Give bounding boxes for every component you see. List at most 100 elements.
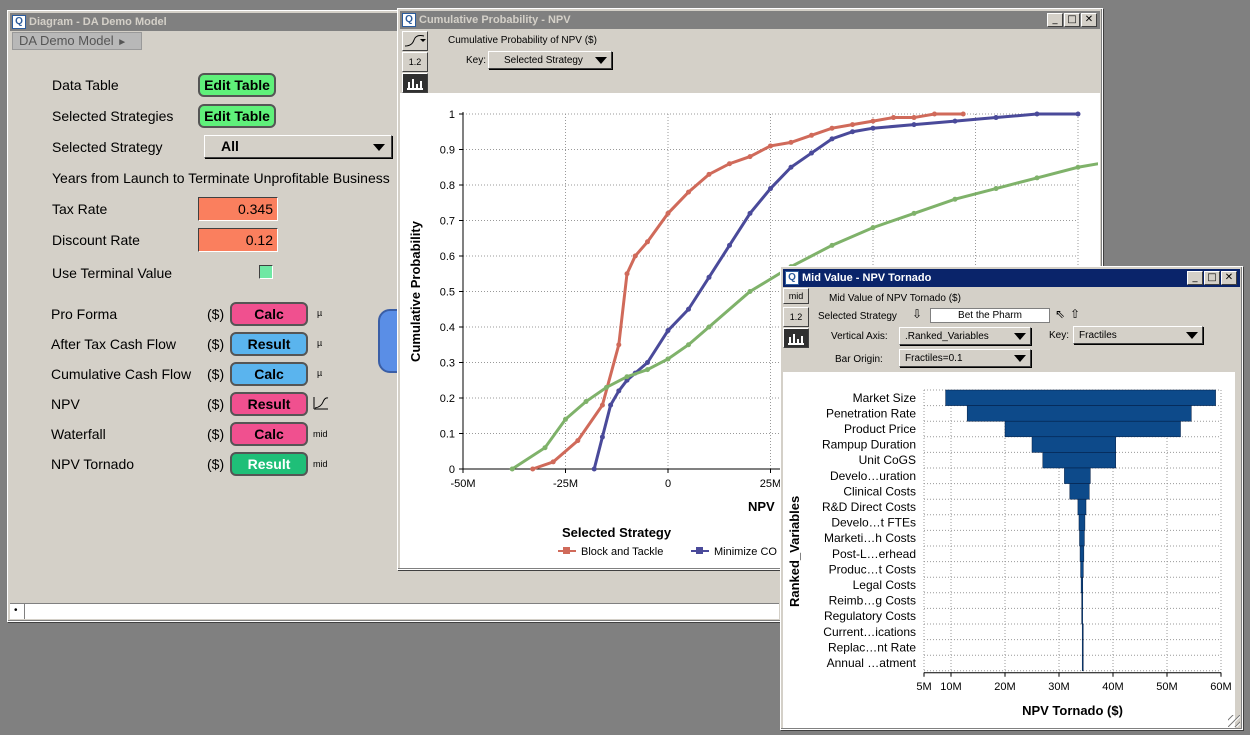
tornado-x-tick-label: 60M [1210,681,1231,693]
status-divider [24,604,25,619]
npv-tornado-label: NPV Tornado [51,456,135,472]
table-view-button[interactable]: 1.2 [402,52,428,72]
tornado-key-value: Fractiles [1079,329,1117,341]
selected-strategy-value: Bet the Pharm [958,310,1022,321]
use-terminal-value-checkbox[interactable] [259,265,273,279]
cdf-point-0 [645,239,650,245]
tornado-bar [1081,592,1084,609]
cdf-point-0 [706,171,712,177]
minimize-button[interactable]: _ [1047,13,1063,27]
cdf-point-0 [768,143,773,149]
tornado-bar [1078,514,1086,531]
tornado-x-tick-label: 5M [916,681,931,693]
data-table-edit-button[interactable]: Edit Table [198,73,276,97]
tornado-bar [1081,608,1083,625]
breadcrumb[interactable]: DA Demo Model ► [12,32,142,50]
cdf-point-2 [686,342,691,348]
cdf-titlebar[interactable]: Q Cumulative Probability - NPV _ □ ✕ [400,11,1100,29]
cdf-point-2 [747,289,753,294]
analytica-app-icon: Q [12,15,26,29]
tax-rate-input[interactable]: 0.345 [198,197,278,221]
waterfall-label: Waterfall [51,426,106,442]
tornado-graph-mode-button[interactable] [783,328,809,348]
cdf-point-0 [530,466,536,472]
bar-origin-dropdown[interactable]: Fractiles=0.1 [899,349,1031,367]
analytica-app-icon: Q [785,271,799,285]
selected-strategy-field[interactable]: Bet the Pharm [930,308,1050,323]
discount-rate-input[interactable]: 0.12 [198,228,278,252]
cumulative-cash-flow-calc-button[interactable]: Calc [230,362,308,386]
tornado-key-dropdown[interactable]: Fractiles [1073,326,1203,344]
maximize-button[interactable]: □ [1064,13,1080,27]
selected-strategies-edit-button[interactable]: Edit Table [198,104,276,128]
cdf-x-tick-label: 0 [665,478,671,490]
tornado-category-label: Develo…t FTEs [831,516,916,530]
data-table-label: Data Table [52,77,119,93]
pro-forma-calc-button[interactable]: Calc [230,302,308,326]
bar-origin-value: Fractiles=0.1 [905,352,963,364]
cdf-point-1 [829,136,835,142]
tornado-bar [945,389,1216,406]
cdf-legend-label-1: Minimize CO [714,546,777,558]
cdf-point-1 [591,466,597,472]
cdf-point-1 [665,328,671,334]
tornado-x-tick-label: 10M [940,681,961,693]
use-terminal-value-label: Use Terminal Value [52,265,173,281]
waterfall-indicator: mid [313,429,328,439]
tornado-category-label: Current…ications [823,625,916,639]
tornado-bar [1081,654,1084,672]
resize-grip[interactable] [1228,715,1240,727]
close-button[interactable]: ✕ [1221,271,1237,285]
tornado-bar [1079,530,1085,547]
arrow-down-icon: ⇩ [912,307,923,321]
discount-rate-label: Discount Rate [52,232,140,248]
tornado-category-label: Market Size [853,391,917,405]
breadcrumb-label: DA Demo Model [19,33,114,48]
tornado-category-label: Produc…t Costs [829,562,916,576]
vertical-axis-label: Vertical Axis: [831,331,888,342]
tornado-category-label: Clinical Costs [843,484,916,498]
cdf-point-0 [932,111,937,117]
npv-tornado-unit: ($) [207,456,225,472]
chevron-down-icon [1014,355,1026,362]
after-tax-cash-flow-result-button[interactable]: Result [230,332,308,356]
cdf-point-2 [604,384,609,390]
cdf-y-tick-label: 0 [449,464,455,476]
selected-strategies-label: Selected Strategies [52,108,174,124]
cdf-point-0 [624,271,630,277]
cdf-y-tick-label: 0.3 [440,358,455,370]
vertical-axis-dropdown[interactable]: .Ranked_Variables [899,327,1031,345]
cdf-y-tick-label: 0.5 [440,287,455,299]
after-tax-cash-flow-indicator: µ [317,338,323,348]
tornado-window-title: Mid Value - NPV Tornado [802,272,932,284]
npv-result-button[interactable]: Result [230,392,308,416]
tornado-titlebar[interactable]: Q Mid Value - NPV Tornado _ □ ✕ [783,269,1240,287]
tornado-x-tick-label: 40M [1102,681,1123,693]
cdf-point-2 [870,225,876,231]
cdf-point-2 [542,445,548,451]
npv-tornado-result-button[interactable]: Result [230,452,308,476]
cdf-point-0 [686,189,691,195]
selected-strategy-dropdown[interactable]: All [204,135,392,158]
pro-forma-indicator: µ [317,308,323,318]
close-button[interactable]: ✕ [1081,13,1097,27]
npv-unit: ($) [207,396,225,412]
minimize-button[interactable]: _ [1187,271,1203,285]
arrow-up-icon[interactable]: ⇧ [1070,307,1080,321]
tornado-category-label: Develo…uration [830,469,916,483]
graph-view-button[interactable] [402,31,428,51]
waterfall-calc-button[interactable]: Calc [230,422,308,446]
tornado-x-tick-label: 20M [994,681,1015,693]
tornado-bar [966,405,1192,422]
cdf-x-tick-label: -25M [553,478,578,490]
tornado-category-label: Product Price [844,422,916,436]
tornado-mode-dropdown[interactable]: mid [783,288,809,304]
graph-mode-button[interactable] [402,73,428,93]
arrow-up-left-icon[interactable]: ⇖ [1055,307,1065,321]
cdf-key-dropdown[interactable]: Selected Strategy [488,51,612,69]
cdf-point-2 [829,242,835,248]
tornado-table-view-button[interactable]: 1.2 [783,307,809,327]
cdf-point-0 [788,139,794,145]
cdf-point-1 [870,125,876,131]
maximize-button[interactable]: □ [1204,271,1220,285]
